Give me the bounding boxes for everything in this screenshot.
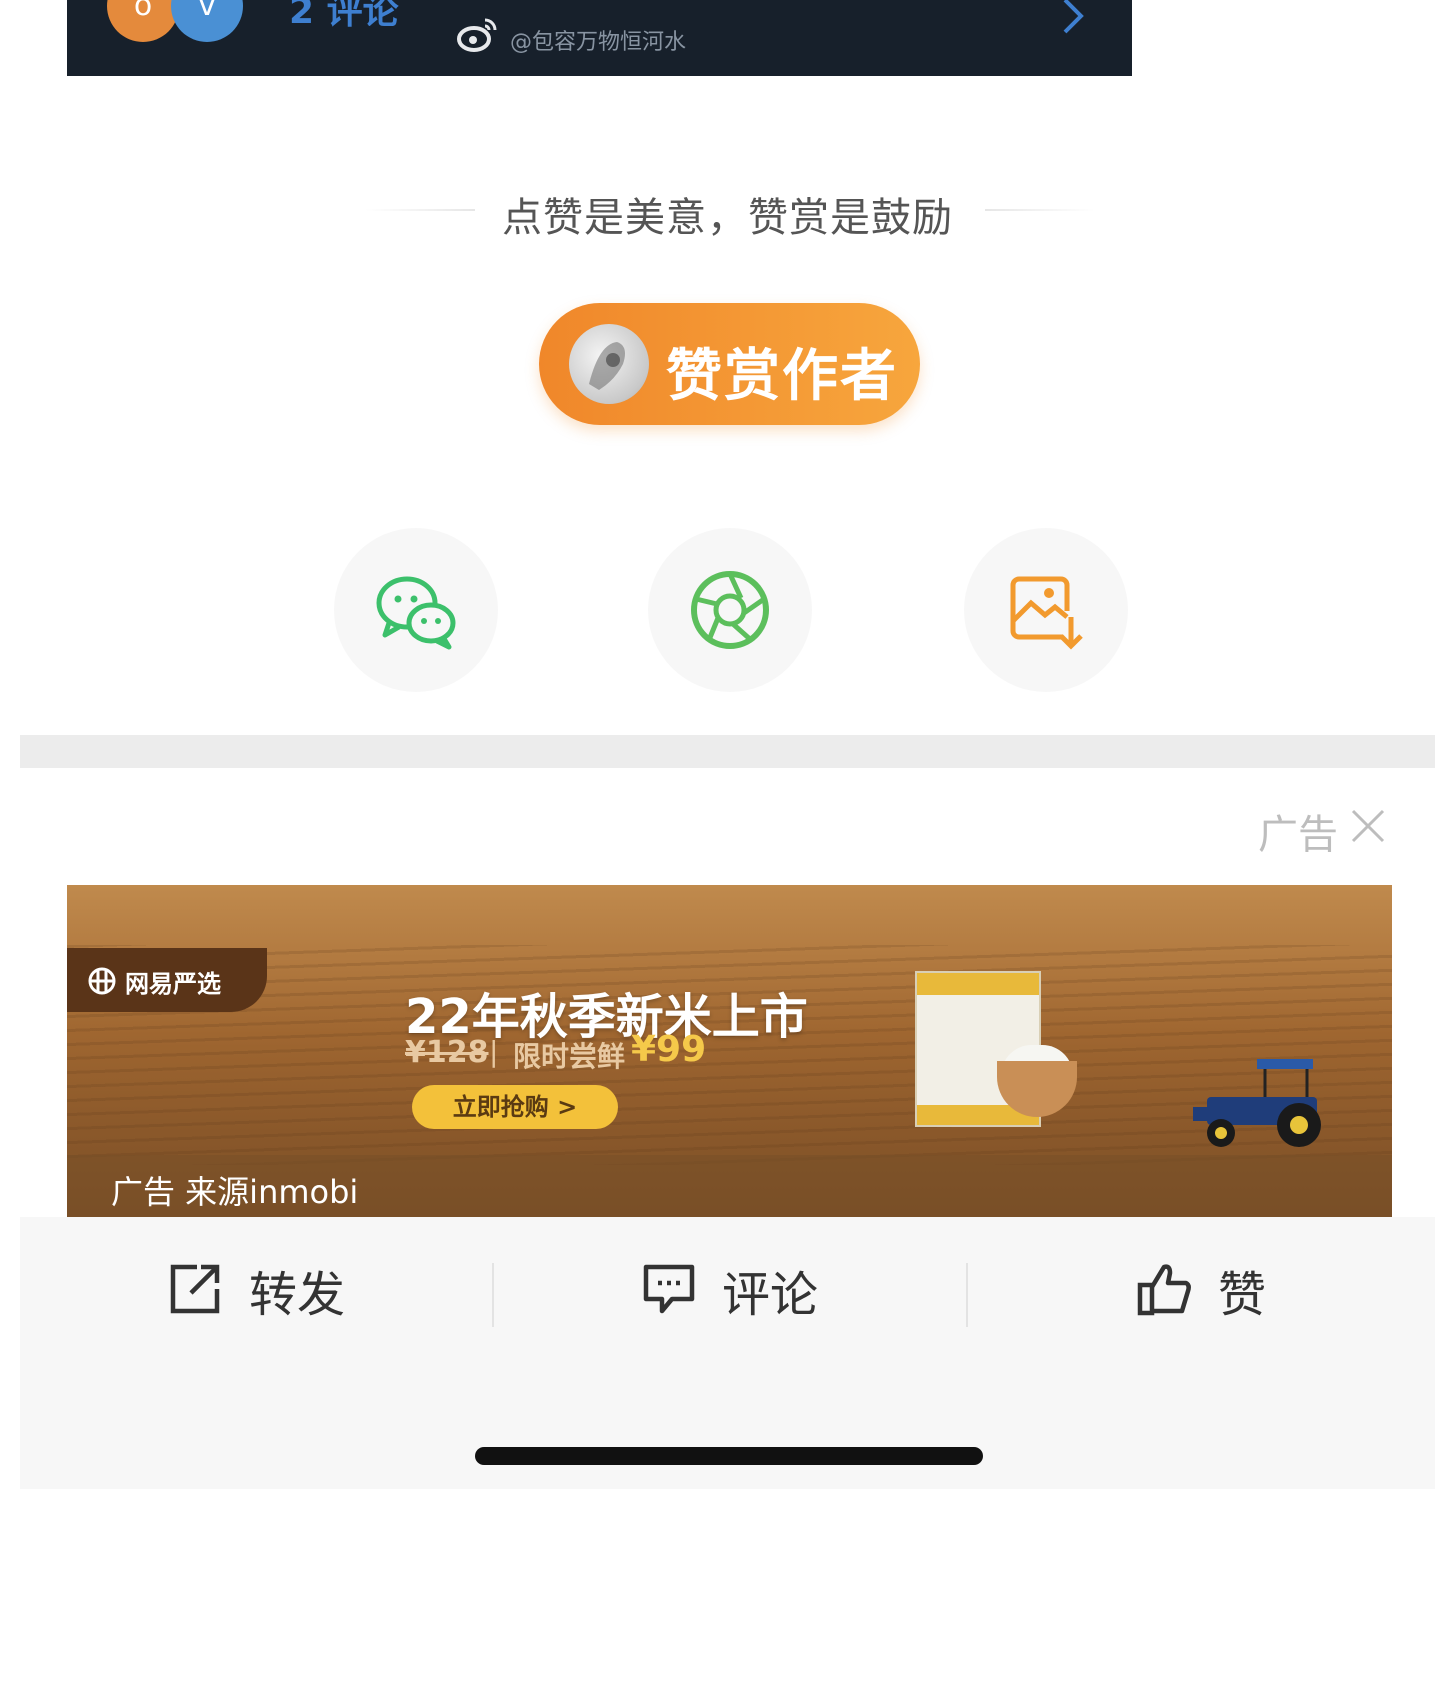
- commenter-avatar: o: [107, 0, 179, 42]
- appreciation-tagline-row: 点赞是美意，赞赏是鼓励: [0, 185, 1455, 241]
- save-image-icon: [1010, 576, 1083, 650]
- ad-price-separator: |: [489, 1035, 499, 1068]
- ad-label: 广告: [1258, 812, 1338, 858]
- weibo-icon: [457, 18, 497, 52]
- wechat-icon: [376, 576, 456, 650]
- thumbs-up-icon: [1137, 1264, 1191, 1316]
- save-image-button[interactable]: [964, 528, 1128, 692]
- divider: [492, 1263, 494, 1327]
- divider: [985, 209, 1095, 211]
- like-button[interactable]: 赞: [1136, 1255, 1296, 1323]
- ad-promo-label: 限时尝鲜: [513, 1040, 626, 1073]
- share-wechat-button[interactable]: [334, 528, 498, 692]
- chevron-right-icon[interactable]: [1057, 0, 1087, 36]
- share-out-icon: [170, 1264, 220, 1314]
- ad-banner[interactable]: 网易严选 22年秋季新米上市 ¥128 | 限时尝鲜 ¥99 立即抢购 > 广告…: [67, 885, 1392, 1217]
- ad-brand-name: 网易严选: [125, 970, 221, 998]
- ad-footer: 广告 来源inmobi: [67, 1155, 1392, 1217]
- divider: [966, 1263, 968, 1327]
- close-icon[interactable]: [1350, 808, 1386, 844]
- section-separator: [20, 735, 1435, 768]
- ad-buy-now-button[interactable]: 立即抢购 >: [412, 1085, 618, 1129]
- ad-original-price: ¥128: [405, 1035, 489, 1070]
- moments-icon: [691, 571, 769, 649]
- rice-bag-band: [917, 973, 1039, 995]
- comment-label: 评论: [722, 1267, 819, 1323]
- ad-source-label: 广告 来源inmobi: [111, 1173, 359, 1211]
- brand-logo-icon: [88, 967, 116, 995]
- tractor-image: [1193, 1059, 1321, 1147]
- like-label: 赞: [1218, 1267, 1267, 1323]
- ad-brand-tag: 网易严选: [67, 948, 267, 1012]
- comment-count[interactable]: 2 评论: [289, 0, 399, 34]
- forward-label: 转发: [249, 1267, 346, 1323]
- share-moments-button[interactable]: [648, 528, 812, 692]
- reward-button-label: 赞赏作者: [666, 344, 898, 409]
- bottom-action-bar: 转发 评论 赞: [20, 1217, 1435, 1489]
- commenter-avatar: v: [171, 0, 243, 42]
- home-indicator: [475, 1447, 983, 1465]
- weibo-handle: @包容万物恒河水: [510, 30, 687, 55]
- author-avatar: [569, 324, 649, 404]
- ad-sale-price: ¥99: [631, 1029, 707, 1070]
- comment-icon: [643, 1264, 695, 1314]
- article-footer-page: o v 2 评论 @包容万物恒河水 点赞是美意，赞赏是鼓励 赞赏作者 广告 网易…: [0, 0, 1455, 1692]
- forward-button[interactable]: 转发: [167, 1255, 367, 1323]
- comment-button[interactable]: 评论: [640, 1255, 840, 1323]
- comments-entry-card[interactable]: o v 2 评论 @包容万物恒河水: [67, 0, 1132, 76]
- appreciation-tagline: 点赞是美意，赞赏是鼓励: [502, 195, 953, 241]
- reward-author-button[interactable]: 赞赏作者: [539, 303, 920, 425]
